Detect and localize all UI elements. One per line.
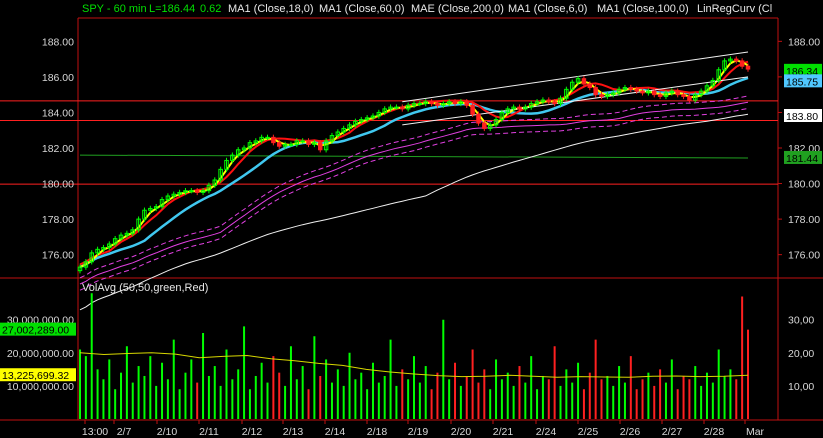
candle-body <box>429 101 434 105</box>
candle-body <box>687 95 692 101</box>
candle-body <box>640 90 645 94</box>
volume-tag: 27,002,289.00 <box>2 325 69 337</box>
horizontal-levels <box>0 100 778 185</box>
candle-body <box>276 142 282 147</box>
volume-tick-label-right: 30,00 <box>788 315 814 327</box>
candle-body <box>628 87 634 90</box>
candle-body <box>739 60 745 67</box>
time-tick-label: 2/12 <box>242 426 263 438</box>
header-symbol: SPY - 60 min <box>82 3 147 15</box>
time-tick-label: 2/24 <box>536 426 557 438</box>
price-tick-label-left: 186.00 <box>42 72 74 84</box>
candle-body <box>593 87 598 96</box>
time-tick-label: 2/26 <box>620 426 641 438</box>
candle-body <box>189 190 194 193</box>
price-tick-label-left: 176.00 <box>42 250 74 262</box>
price-tick-label-right: 178.00 <box>788 214 820 226</box>
price-tag: 183.80 <box>786 111 818 123</box>
candle-body <box>546 99 552 103</box>
candle-body <box>194 190 200 193</box>
candle-body <box>265 136 270 139</box>
time-tick-label: 2/21 <box>493 426 514 438</box>
volume-bars <box>79 293 749 419</box>
price-tag: 181.44 <box>786 153 818 165</box>
candle-body <box>681 94 686 97</box>
candle-body <box>470 104 475 115</box>
price-tick-label-right: 176.00 <box>788 250 820 262</box>
time-tick-label: 2/13 <box>283 426 304 438</box>
price-tick-label-left: 178.00 <box>42 214 74 226</box>
candle-body <box>288 143 294 146</box>
candle-body <box>394 106 399 109</box>
candle-body <box>657 94 663 97</box>
price-tick-label-right: 188.00 <box>788 36 820 48</box>
price-tick-label-left: 182.00 <box>42 143 74 155</box>
header-study-3: MAE (Close,200,0) <box>411 3 504 15</box>
header-study-6: LinRegCurv (Cl <box>697 3 772 15</box>
candle-body <box>587 83 593 89</box>
price-tick-label-left: 180.00 <box>42 179 74 191</box>
volume-tick-label-left: 10,000,000.00 <box>7 381 74 393</box>
time-tick-label: 2/28 <box>704 426 725 438</box>
candle-body <box>476 113 481 124</box>
candle-body <box>675 90 680 96</box>
candle-body <box>599 94 604 97</box>
time-tick-label: 2/19 <box>408 426 429 438</box>
header-study-2: MA1 (Close,60,0) <box>319 3 405 15</box>
price-tick-label-left: 188.00 <box>42 36 74 48</box>
volume-tick-label-left: 20,000,000.00 <box>7 348 74 360</box>
price-tick-label-left: 184.00 <box>42 107 74 119</box>
candle-body <box>452 101 458 105</box>
candle-body <box>517 106 522 110</box>
candle-body <box>734 58 739 62</box>
price-tag: 185.75 <box>786 76 818 88</box>
header-study-1: MA1 (Close,18,0) <box>228 3 314 15</box>
time-tick-label: 2/25 <box>578 426 599 438</box>
time-tick-label: 2/27 <box>662 426 683 438</box>
time-tick-label: 13:00 <box>82 426 108 438</box>
candle-body <box>552 101 557 105</box>
candle-body <box>417 103 423 106</box>
header-change: 0.62 <box>200 3 221 15</box>
green-level-line <box>79 154 749 159</box>
time-tick-label: 2/18 <box>367 426 388 438</box>
header-last: L=186.44 <box>149 3 195 15</box>
candle-body <box>581 78 587 85</box>
header-study-4: MA1 (Close,6,0) <box>508 3 587 15</box>
mae-lower-line <box>79 107 749 291</box>
time-tick-label: 2/7 <box>117 426 132 438</box>
candle-body <box>306 140 311 145</box>
candle-body <box>400 106 405 110</box>
volume-header: VolAvg (50,50,green,Red) <box>82 282 208 294</box>
value-tags: 186.34185.75183.80181.4427,002,289.0013,… <box>0 63 822 382</box>
candle-body <box>464 101 469 106</box>
candle-body <box>271 136 276 144</box>
candle-body <box>652 90 657 96</box>
candle-body <box>318 142 323 151</box>
candle-body <box>300 140 305 143</box>
time-tick-label: 2/14 <box>325 426 346 438</box>
time-tick-label: Mar <box>746 426 765 438</box>
price-tick-label-right: 180.00 <box>788 179 820 191</box>
candle-body <box>435 103 440 106</box>
volume-tick-label-right: 10,00 <box>788 381 814 393</box>
volume-tag: 13,225,699.32 <box>2 370 69 382</box>
chart-canvas: 188.00 186.00 184.00 182.00 180.00 178.00 176.… <box>0 3 823 438</box>
candle-body <box>634 88 639 92</box>
candle-body <box>745 65 751 70</box>
time-tick-label: 2/10 <box>157 426 178 438</box>
time-tick-label: 2/20 <box>451 426 472 438</box>
time-tick-label: 2/11 <box>199 426 219 438</box>
volume-tick-label-right: 20,00 <box>788 348 814 360</box>
candle-body <box>482 122 487 129</box>
header-study-5: MA1 (Close,100,0) <box>597 3 689 15</box>
candles <box>77 56 751 274</box>
